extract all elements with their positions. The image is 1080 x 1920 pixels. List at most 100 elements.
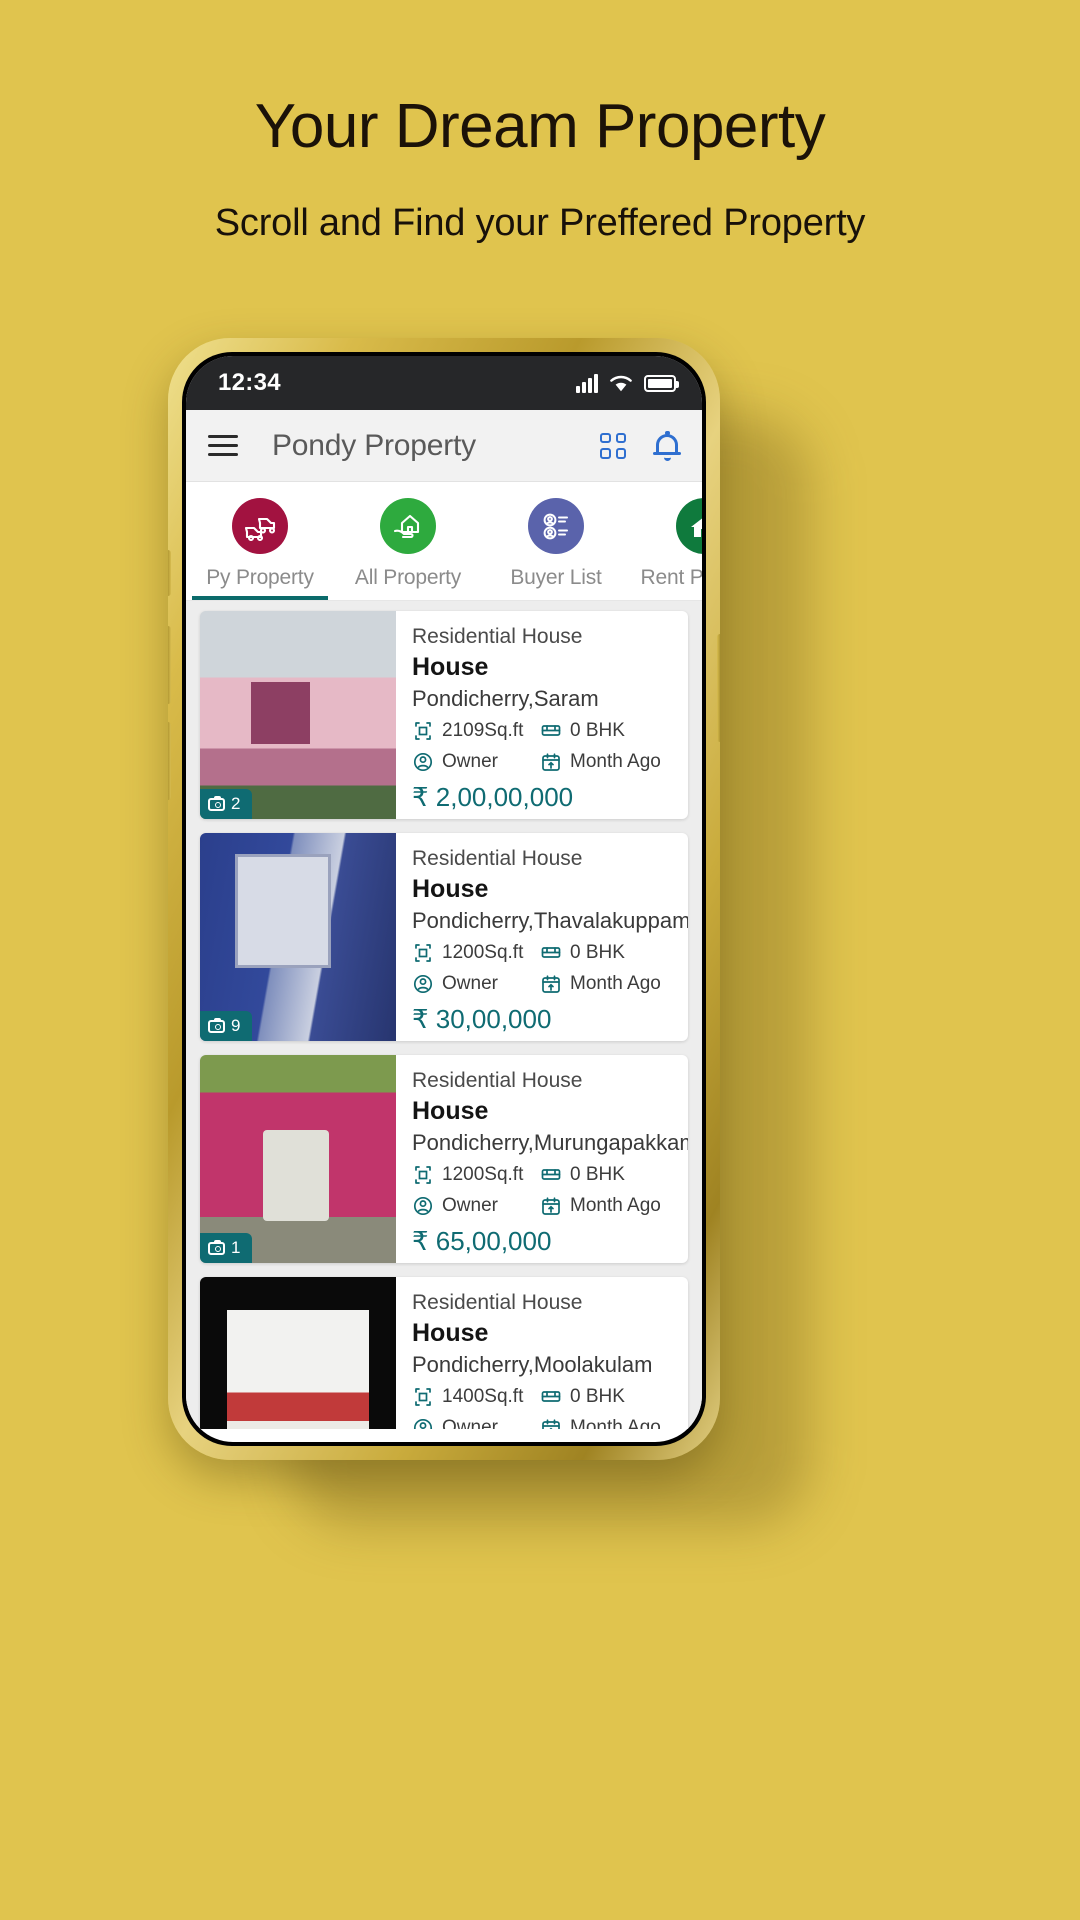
property-image[interactable]: 9 [200,833,396,1041]
property-title: House [412,1319,489,1347]
grid-view-icon[interactable] [600,432,626,459]
buyer-list-icon [528,498,584,554]
property-title: House [412,875,489,903]
area-text: 1200Sq.ft [442,942,524,963]
bhk-text: 0 BHK [570,1164,625,1185]
area-text: 1200Sq.ft [442,1164,524,1185]
property-details: Residential House House Pondicherry,Muru… [396,1055,688,1263]
notification-bell-icon[interactable] [653,430,681,461]
property-specs-row: 1400Sq.ft 0 BHK [412,1386,672,1408]
property-area: 1200Sq.ft [412,942,540,964]
calendar-icon [542,753,560,771]
property-bhk: 0 BHK [540,720,625,742]
area-text: 1400Sq.ft [442,1386,524,1407]
property-bhk: 0 BHK [540,942,625,964]
property-posted: Month Ago [540,1195,661,1217]
phone-button-volume-down[interactable] [168,722,171,800]
tab-buyer-list[interactable]: Buyer List [482,498,630,600]
property-location: Pondicherry,Murungapakkam [412,1130,688,1155]
property-title: House [412,1097,489,1125]
property-card[interactable]: 9 Residential House House Pondicherry,Th… [200,833,688,1041]
tab-label: All Property [354,566,462,589]
tab-label: Rent Property [640,566,702,589]
car-property-icon [232,498,288,554]
category-tab-bar[interactable]: Py Property All Property Buyer List Rent [186,482,702,601]
property-location: Pondicherry,Thavalakuppam [412,908,688,933]
rent-house-icon [676,498,702,554]
bed-icon [541,725,561,736]
status-time: 12:34 [218,369,281,396]
property-owner: Owner [412,1417,540,1429]
person-icon [413,752,433,772]
property-details: Residential House House Pondicherry,Sara… [396,611,688,819]
phone-button-volume-up[interactable] [168,626,171,704]
property-type: Residential House [412,1291,583,1314]
property-card[interactable]: 1 Residential House House Pondicherry,Mo… [200,1277,688,1429]
app-bar-actions [600,430,681,461]
posted-text: Month Ago [570,751,661,772]
property-title: House [412,653,489,681]
property-details: Residential House House Pondicherry,Thav… [396,833,688,1041]
tab-all-property[interactable]: All Property [334,498,482,600]
property-owner: Owner [412,973,540,995]
photo-count-badge: 2 [200,789,253,819]
bed-icon [541,1169,561,1180]
property-meta-row: Owner Month Ago [412,1417,672,1429]
hamburger-menu-icon[interactable] [208,435,238,456]
property-card[interactable]: 1 Residential House House Pondicherry,Mu… [200,1055,688,1263]
person-icon [413,1418,433,1429]
property-area: 1400Sq.ft [412,1386,540,1408]
camera-icon [208,1239,225,1255]
status-bar: 12:34 [186,356,702,410]
property-posted: Month Ago [540,751,661,773]
property-posted: Month Ago [540,1417,661,1429]
area-text: 2109Sq.ft [442,720,524,741]
tab-rent-property[interactable]: Rent Property [630,498,702,600]
owner-text: Owner [442,1195,498,1216]
property-type: Residential House [412,625,583,648]
property-price: ₹ 30,00,000 [412,1004,552,1034]
property-image[interactable]: 2 [200,611,396,819]
property-meta-row: Owner Month Ago [412,1195,688,1217]
area-size-icon [415,722,431,740]
property-specs-row: 1200Sq.ft 0 BHK [412,942,688,964]
calendar-icon [542,1419,560,1429]
owner-text: Owner [442,751,498,772]
area-size-icon [415,944,431,962]
property-owner: Owner [412,1195,540,1217]
property-card[interactable]: 2 Residential House House Pondicherry,Sa… [200,611,688,819]
property-image[interactable]: 1 [200,1277,396,1429]
person-icon [413,974,433,994]
photo-count-badge: 9 [200,1011,253,1041]
property-type: Residential House [412,1069,583,1092]
phone-button-power[interactable] [717,634,720,742]
property-price: ₹ 65,00,000 [412,1226,552,1256]
property-posted: Month Ago [540,973,661,995]
bed-icon [541,1391,561,1402]
tab-py-property[interactable]: Py Property [186,498,334,600]
posted-text: Month Ago [570,1195,661,1216]
bhk-text: 0 BHK [570,942,625,963]
property-bhk: 0 BHK [540,1164,625,1186]
photo-count: 1 [231,1238,241,1257]
promo-block: Your Dream Property Scroll and Find your… [0,96,1080,245]
property-price: ₹ 2,00,00,000 [412,782,574,812]
status-icons [576,373,679,393]
photo-count: 9 [231,1016,241,1035]
property-bhk: 0 BHK [540,1386,625,1408]
property-image[interactable]: 1 [200,1055,396,1263]
page-title: Your Dream Property [254,92,826,161]
tab-label: Py Property [206,566,314,589]
property-location: Pondicherry,Moolakulam [412,1352,653,1377]
battery-full-icon [644,374,679,392]
page-subtitle: Scroll and Find your Preffered Property [214,202,866,244]
property-specs-row: 1200Sq.ft 0 BHK [412,1164,688,1186]
property-meta-row: Owner Month Ago [412,751,672,773]
property-list[interactable]: 2 Residential House House Pondicherry,Sa… [186,601,702,1429]
house-in-hand-icon [380,498,436,554]
photo-count-badge: 1 [200,1233,253,1263]
property-details: Residential House House Pondicherry,Mool… [396,1277,688,1429]
property-owner: Owner [412,751,540,773]
phone-button-mute[interactable] [168,550,171,596]
posted-text: Month Ago [570,973,661,994]
